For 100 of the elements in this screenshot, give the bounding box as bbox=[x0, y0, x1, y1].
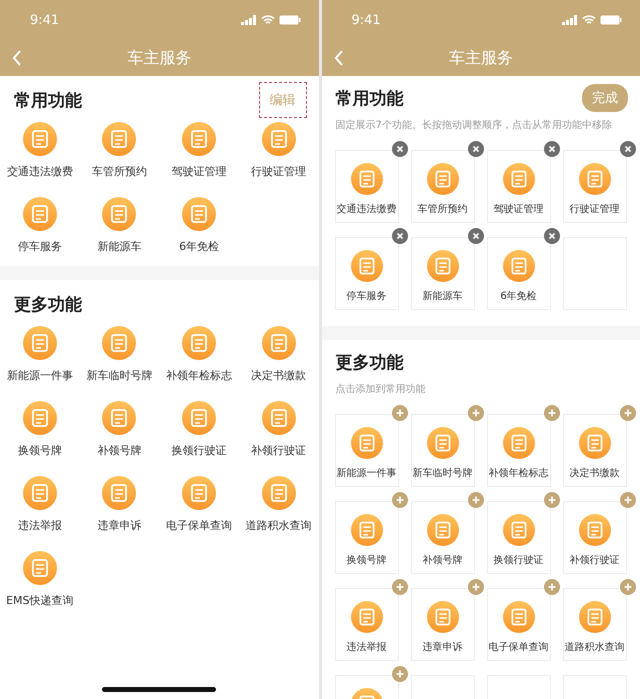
service-item[interactable]: 违法举报 bbox=[0, 476, 80, 533]
service-tile[interactable]: 补领行驶证 bbox=[562, 501, 626, 574]
document-icon bbox=[502, 427, 534, 459]
service-tile[interactable]: 新能源一件事 bbox=[334, 414, 398, 487]
close-icon[interactable] bbox=[392, 141, 408, 157]
service-item[interactable]: 行驶证管理 bbox=[238, 122, 318, 179]
section-hint: 点击添加到常用功能 bbox=[334, 382, 426, 397]
document-icon bbox=[502, 514, 534, 546]
document-icon bbox=[578, 163, 610, 195]
back-icon[interactable] bbox=[12, 50, 22, 66]
plus-icon[interactable] bbox=[468, 492, 484, 508]
status-time: 9:41 bbox=[352, 12, 381, 28]
plus-icon[interactable] bbox=[468, 579, 484, 595]
service-item[interactable]: 换领行驶证 bbox=[159, 401, 239, 458]
plus-icon[interactable] bbox=[544, 579, 560, 595]
close-icon[interactable] bbox=[544, 141, 560, 157]
plus-icon[interactable] bbox=[620, 579, 636, 595]
page-title: 车主服务 bbox=[448, 48, 513, 68]
service-item[interactable]: 6年免检 bbox=[159, 197, 239, 254]
service-tile[interactable]: 6年免检 bbox=[486, 237, 550, 310]
service-item[interactable]: 补领号牌 bbox=[80, 401, 160, 458]
service-item[interactable]: 交通违法缴费 bbox=[0, 122, 80, 179]
service-tile[interactable]: 补领号牌 bbox=[410, 501, 474, 574]
service-item[interactable]: 补领行驶证 bbox=[238, 401, 318, 458]
plus-icon[interactable] bbox=[544, 492, 560, 508]
section-title: 常用功能 bbox=[14, 90, 82, 112]
service-item[interactable]: 新车临时号牌 bbox=[80, 326, 160, 383]
service-tile[interactable]: 道路积水查询 bbox=[562, 588, 626, 661]
signal-icon bbox=[240, 15, 256, 25]
service-tile[interactable]: 违法举报 bbox=[334, 588, 398, 661]
service-tile[interactable]: 交通违法缴费 bbox=[334, 150, 398, 223]
service-tile[interactable]: 新车临时号牌 bbox=[410, 414, 474, 487]
service-item[interactable]: 车管所预约 bbox=[80, 122, 160, 179]
document-icon bbox=[350, 514, 382, 546]
service-tile[interactable]: 车管所预约 bbox=[410, 150, 474, 223]
document-icon bbox=[102, 122, 136, 156]
close-icon[interactable] bbox=[392, 228, 408, 244]
section-title: 常用功能 bbox=[336, 88, 404, 110]
service-tile[interactable]: 行驶证管理 bbox=[562, 150, 626, 223]
back-icon[interactable] bbox=[334, 50, 344, 66]
document-icon bbox=[22, 551, 57, 585]
signal-icon bbox=[562, 15, 578, 25]
document-icon bbox=[426, 163, 458, 195]
document-icon bbox=[22, 197, 57, 231]
service-tile[interactable]: 停车服务 bbox=[334, 237, 398, 310]
service-tile[interactable]: 违章申诉 bbox=[410, 588, 474, 661]
service-tile[interactable]: 决定书缴款 bbox=[562, 414, 626, 487]
service-tile[interactable]: 驾驶证管理 bbox=[486, 150, 550, 223]
document-icon bbox=[102, 197, 136, 231]
service-item[interactable]: 新能源车 bbox=[80, 197, 160, 254]
document-icon bbox=[578, 601, 610, 633]
document-icon bbox=[502, 601, 534, 633]
document-icon bbox=[102, 326, 136, 360]
service-item[interactable]: 新能源一件事 bbox=[0, 326, 80, 383]
document-icon bbox=[426, 601, 458, 633]
plus-icon[interactable] bbox=[620, 492, 636, 508]
plus-icon[interactable] bbox=[392, 492, 408, 508]
document-icon bbox=[578, 427, 610, 459]
document-icon bbox=[578, 514, 610, 546]
service-item[interactable]: 电子保单查询 bbox=[159, 476, 239, 533]
section-title: 更多功能 bbox=[14, 294, 82, 316]
close-icon[interactable] bbox=[620, 141, 636, 157]
plus-icon[interactable] bbox=[468, 405, 484, 421]
document-icon bbox=[22, 476, 57, 510]
plus-icon[interactable] bbox=[392, 666, 408, 682]
document-icon bbox=[262, 326, 296, 360]
close-icon[interactable] bbox=[544, 228, 560, 244]
close-icon[interactable] bbox=[468, 228, 484, 244]
service-tile[interactable]: 换领号牌 bbox=[334, 501, 398, 574]
document-icon bbox=[426, 514, 458, 546]
service-tile[interactable]: 电子保单查询 bbox=[486, 588, 550, 661]
service-item[interactable]: 停车服务 bbox=[0, 197, 80, 254]
service-tile[interactable]: 新能源车 bbox=[410, 237, 474, 310]
document-icon bbox=[102, 476, 136, 510]
wifi-icon bbox=[260, 15, 274, 25]
service-item[interactable]: 换领号牌 bbox=[0, 401, 80, 458]
service-item[interactable]: 驾驶证管理 bbox=[159, 122, 239, 179]
service-tile[interactable]: 换领行驶证 bbox=[486, 501, 550, 574]
section-title: 更多功能 bbox=[336, 352, 404, 374]
document-icon bbox=[350, 601, 382, 633]
plus-icon[interactable] bbox=[544, 405, 560, 421]
plus-icon[interactable] bbox=[392, 579, 408, 595]
service-item[interactable]: 补领年检标志 bbox=[159, 326, 239, 383]
service-item[interactable]: 违章申诉 bbox=[80, 476, 160, 533]
document-icon bbox=[262, 401, 296, 435]
plus-icon[interactable] bbox=[620, 405, 636, 421]
service-item[interactable]: EMS快递查询 bbox=[0, 551, 80, 608]
battery-icon bbox=[600, 15, 622, 25]
plus-icon[interactable] bbox=[392, 405, 408, 421]
close-icon[interactable] bbox=[468, 141, 484, 157]
document-icon bbox=[502, 250, 534, 282]
document-icon bbox=[182, 401, 216, 435]
document-icon bbox=[350, 427, 382, 459]
document-icon bbox=[350, 250, 382, 282]
service-tile[interactable]: 补领年检标志 bbox=[486, 414, 550, 487]
document-icon bbox=[102, 401, 136, 435]
service-item[interactable]: 道路积水查询 bbox=[238, 476, 318, 533]
status-time: 9:41 bbox=[30, 12, 60, 28]
service-item[interactable]: 决定书缴款 bbox=[238, 326, 318, 383]
page-title: 车主服务 bbox=[127, 48, 192, 68]
